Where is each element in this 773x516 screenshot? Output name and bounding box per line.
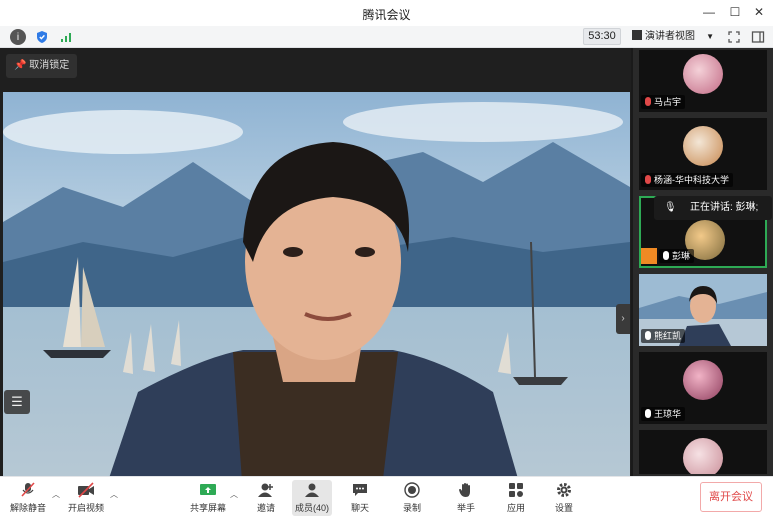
mic-icon: 🎙	[664, 202, 677, 213]
host-icon	[641, 248, 657, 264]
avatar	[683, 54, 723, 94]
view-mode-dropdown[interactable]: 演讲者视图 ▼	[630, 28, 718, 45]
info-icon[interactable]: i	[10, 29, 26, 45]
speaker-video	[3, 92, 630, 496]
members-label: 成员(40)	[294, 503, 329, 513]
main-video-stage: 📌 取消锁定 ☰ ›	[0, 48, 631, 496]
participant-tile[interactable]	[639, 430, 767, 474]
unpin-label: 取消锁定	[29, 60, 70, 71]
settings-label: 设置	[554, 503, 573, 513]
participant-name: 杨涵-华中科技大学	[654, 175, 729, 185]
raise-hand-button[interactable]: 举手	[446, 480, 486, 516]
meeting-timer: 53:30	[583, 28, 621, 45]
meeting-info-bar: i 53:30 演讲者视图 ▼	[0, 26, 773, 48]
gear-icon	[555, 482, 573, 498]
speaker-view-icon	[632, 30, 642, 40]
list-icon[interactable]: ☰	[4, 390, 30, 414]
leave-meeting-button[interactable]: 离开会议	[700, 482, 762, 512]
signal-icon[interactable]	[58, 29, 74, 45]
start-video-label: 开启视频	[67, 503, 104, 513]
apps-label: 应用	[506, 503, 525, 513]
share-screen-button[interactable]: 共享屏幕	[188, 480, 228, 516]
unmute-label: 解除静音	[9, 503, 46, 513]
chat-button[interactable]: 聊天	[340, 480, 380, 516]
view-mode-label: 演讲者视图	[645, 31, 695, 42]
participant-name-tag: 马占宇	[641, 95, 686, 109]
chevron-down-icon: ▼	[706, 32, 714, 41]
minimize-button[interactable]: —	[700, 4, 718, 20]
chevron-up-icon[interactable]: ︿	[110, 489, 118, 500]
unpin-button[interactable]: 📌 取消锁定	[6, 54, 78, 78]
unmute-button[interactable]: 解除静音	[8, 480, 48, 516]
participant-name-tag: 杨涵-华中科技大学	[641, 173, 733, 187]
record-button[interactable]: 录制	[392, 480, 432, 516]
mic-icon	[645, 409, 651, 418]
participant-tile[interactable]: 王琼华	[639, 352, 767, 424]
shield-icon[interactable]	[34, 29, 50, 45]
record-icon	[403, 482, 421, 498]
close-button[interactable]: ✕	[750, 4, 768, 20]
participant-name-tag: 熊红凯	[641, 329, 686, 343]
avatar	[683, 126, 723, 166]
participant-name-tag: 彭琳	[659, 249, 695, 263]
participant-name: 熊红凯	[654, 331, 682, 341]
mic-icon	[663, 251, 669, 260]
start-video-button[interactable]: 开启视频	[66, 480, 106, 516]
speaker-video-frame	[3, 92, 630, 496]
record-label: 录制	[402, 503, 421, 513]
members-icon	[303, 482, 321, 498]
share-screen-label: 共享屏幕	[189, 503, 226, 513]
participants-panel[interactable]: 马占宇 杨涵-华中科技大学 彭琳 熊红凯 王琼华	[631, 48, 773, 476]
chevron-up-icon[interactable]: ︿	[52, 489, 60, 500]
fullscreen-icon[interactable]	[726, 29, 742, 45]
participant-name: 马占宇	[654, 97, 682, 107]
share-screen-icon	[199, 482, 217, 498]
title-bar: 腾讯会议 — ☐ ✕	[0, 0, 773, 26]
invite-label: 邀请	[256, 503, 275, 513]
members-button[interactable]: 成员(40)	[292, 480, 332, 516]
mic-muted-icon	[645, 175, 651, 184]
chevron-right-icon[interactable]: ›	[616, 304, 630, 334]
chevron-up-icon[interactable]: ︿	[230, 489, 238, 500]
mic-icon	[645, 331, 651, 340]
chat-label: 聊天	[350, 503, 369, 513]
chat-icon	[351, 482, 369, 498]
participant-tile[interactable]: 杨涵-华中科技大学	[639, 118, 767, 190]
speaking-text: 正在讲话: 彭琳;	[690, 202, 759, 213]
settings-button[interactable]: 设置	[544, 480, 584, 516]
maximize-button[interactable]: ☐	[726, 4, 744, 20]
hand-icon	[457, 482, 475, 498]
invite-button[interactable]: 邀请	[246, 480, 286, 516]
window-title: 腾讯会议	[362, 8, 411, 22]
apps-icon	[507, 482, 525, 498]
add-user-icon	[257, 482, 275, 498]
avatar	[683, 438, 723, 474]
camera-off-icon	[77, 482, 95, 498]
raise-hand-label: 举手	[456, 503, 475, 513]
mic-muted-icon	[19, 482, 37, 498]
apps-button[interactable]: 应用	[496, 480, 536, 516]
participant-name: 彭琳	[672, 251, 691, 261]
meeting-toolbar: 解除静音 ︿ 开启视频 ︿ 共享屏幕 ︿ 邀请 成员(40) 聊天 录制 举手 …	[0, 476, 773, 516]
participant-tile[interactable]: 熊红凯	[639, 274, 767, 346]
sidebar-layout-icon[interactable]	[750, 29, 766, 45]
participant-name: 王琼华	[654, 409, 682, 419]
mic-muted-icon	[645, 97, 651, 106]
participant-tile[interactable]: 马占宇	[639, 50, 767, 112]
avatar	[683, 360, 723, 400]
participant-name-tag: 王琼华	[641, 407, 686, 421]
pin-icon: 📌	[14, 60, 27, 71]
speaking-indicator: 🎙 正在讲话: 彭琳;	[654, 196, 772, 220]
